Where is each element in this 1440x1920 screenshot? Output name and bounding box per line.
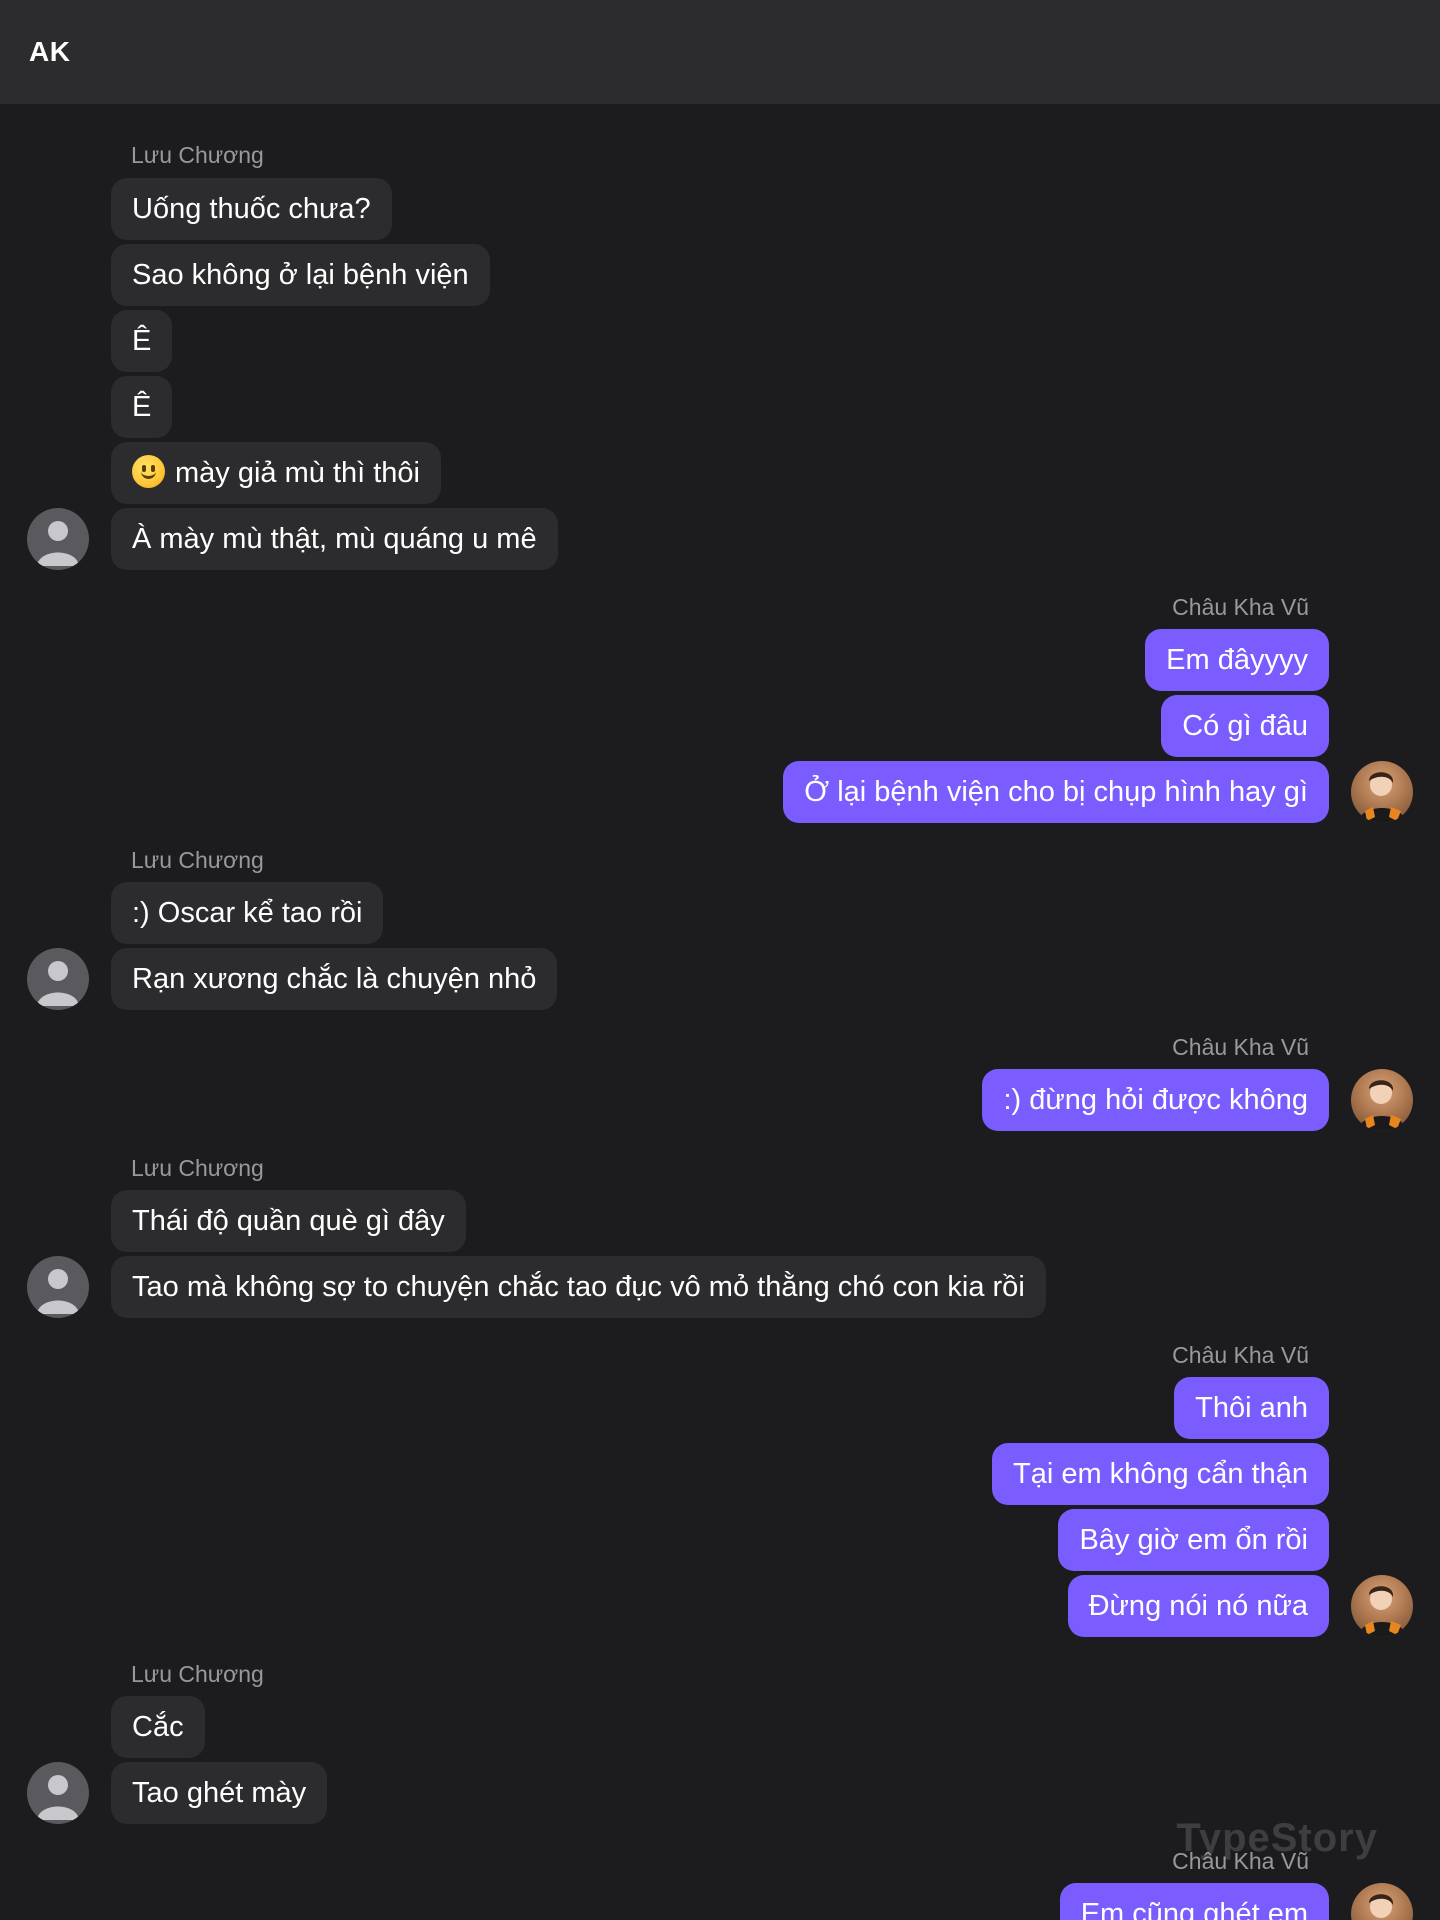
user-photo-avatar-icon[interactable] bbox=[1351, 1575, 1413, 1637]
user-photo-avatar-icon[interactable] bbox=[1351, 761, 1413, 823]
outgoing-message[interactable]: Bây giờ em ổn rồi bbox=[1058, 1509, 1329, 1571]
outgoing-message[interactable]: :) đừng hỏi được không bbox=[982, 1069, 1329, 1131]
incoming-message[interactable]: Uống thuốc chưa? bbox=[111, 178, 392, 240]
default-avatar-icon[interactable] bbox=[27, 1762, 89, 1824]
outgoing-message[interactable]: Em cũng ghét em bbox=[1059, 1883, 1329, 1920]
incoming-message[interactable]: Thái độ quần què gì đây bbox=[111, 1190, 466, 1252]
outgoing-message[interactable]: Có gì đâu bbox=[1161, 695, 1329, 757]
incoming-message[interactable]: Sao không ở lại bệnh viện bbox=[111, 244, 490, 306]
user-photo-avatar-icon[interactable] bbox=[1351, 1069, 1413, 1131]
incoming-message[interactable]: Tao mà không sợ to chuyện chắc tao đục v… bbox=[111, 1256, 1046, 1318]
sender-name: Lưu Chương bbox=[131, 847, 264, 873]
sender-name: Lưu Chương bbox=[131, 1155, 264, 1181]
incoming-message[interactable]: Tao ghét mày bbox=[111, 1762, 328, 1824]
outgoing-message[interactable]: Tại em không cẩn thận bbox=[991, 1443, 1329, 1505]
incoming-message[interactable]: :) Oscar kể tao rồi bbox=[111, 882, 384, 944]
default-avatar-icon[interactable] bbox=[27, 508, 89, 570]
incoming-message[interactable]: mày giả mù thì thôi bbox=[111, 442, 441, 504]
outgoing-message[interactable]: Ở lại bệnh viện cho bị chụp hình hay gì bbox=[783, 761, 1329, 823]
user-photo-avatar-icon[interactable] bbox=[1351, 1883, 1413, 1920]
outgoing-message[interactable]: Đừng nói nó nữa bbox=[1067, 1575, 1329, 1637]
sender-name: Lưu Chương bbox=[131, 1661, 264, 1687]
incoming-message[interactable]: Rạn xương chắc là chuyện nhỏ bbox=[111, 948, 558, 1010]
chat-header: AK bbox=[0, 0, 1440, 104]
default-avatar-icon[interactable] bbox=[27, 1256, 89, 1318]
incoming-message[interactable]: Ê bbox=[111, 376, 173, 438]
sender-name: Châu Kha Vũ bbox=[1172, 1034, 1309, 1060]
smiling-face-emoji-icon bbox=[132, 455, 165, 488]
sender-name: Châu Kha Vũ bbox=[1172, 1848, 1309, 1874]
outgoing-message[interactable]: Thôi anh bbox=[1174, 1377, 1329, 1439]
incoming-message[interactable]: À mày mù thật, mù quáng u mê bbox=[111, 508, 558, 570]
sender-name: Lưu Chương bbox=[131, 142, 264, 168]
sender-name: Châu Kha Vũ bbox=[1172, 594, 1309, 620]
message-text: mày giả mù thì thôi bbox=[175, 457, 420, 489]
incoming-message[interactable]: Cắc bbox=[111, 1696, 205, 1758]
default-avatar-icon[interactable] bbox=[27, 948, 89, 1010]
sender-name: Châu Kha Vũ bbox=[1172, 1342, 1309, 1368]
incoming-message[interactable]: Ê bbox=[111, 310, 173, 372]
chat-title[interactable]: AK bbox=[29, 36, 70, 68]
outgoing-message[interactable]: Em đâyyyy bbox=[1145, 629, 1329, 691]
